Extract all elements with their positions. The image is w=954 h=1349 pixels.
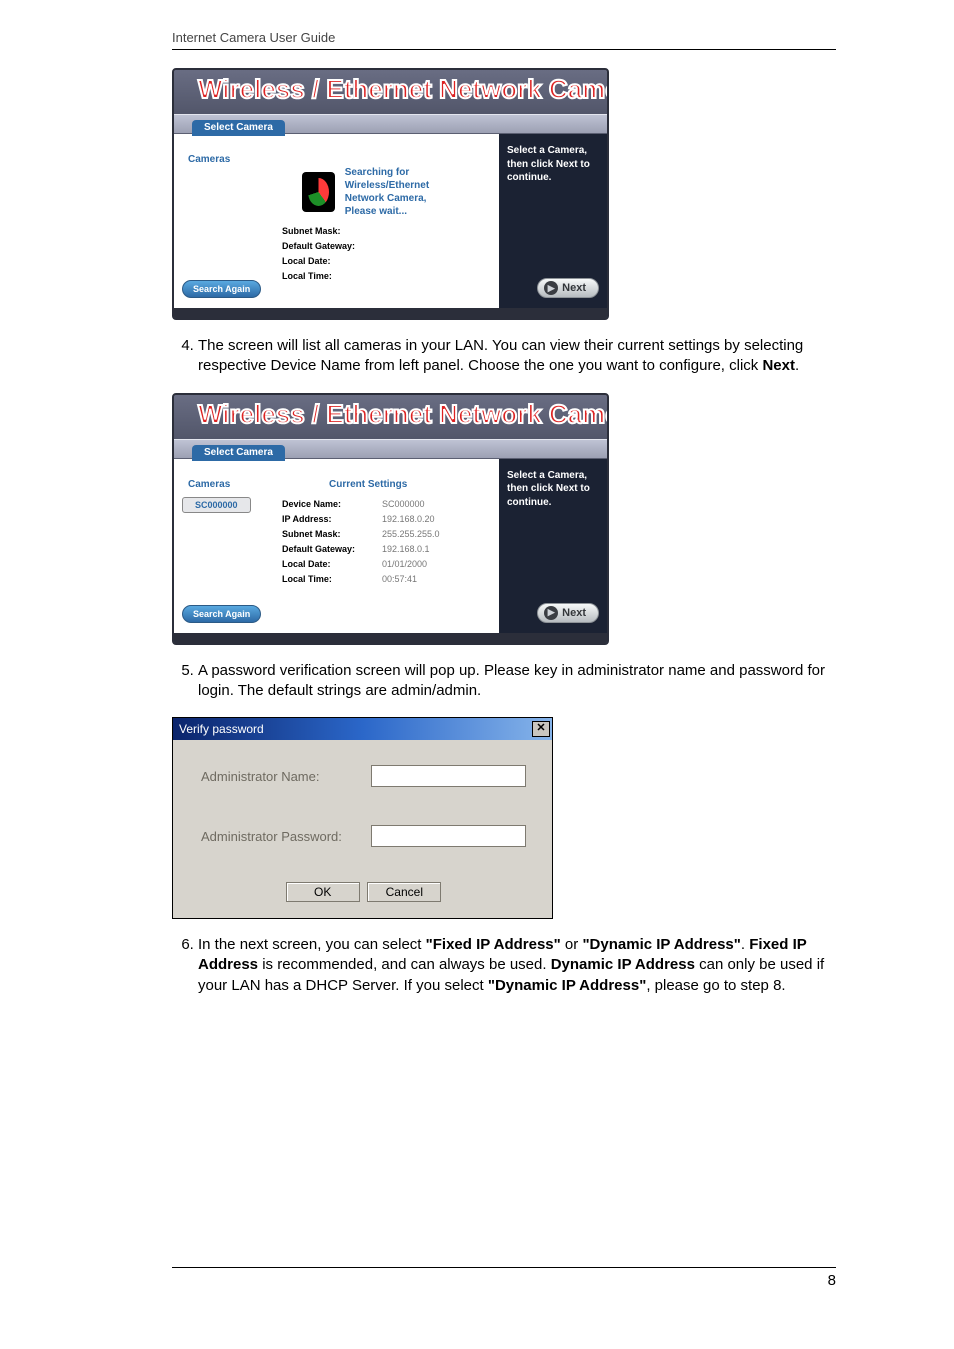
select-camera-tab[interactable]: Select Camera [192, 120, 285, 136]
dialog-titlebar: Verify password ✕ [173, 718, 552, 740]
wizard-title: Wireless / Ethernet Network Camera [198, 399, 609, 430]
wizard-side-pane: Select a Camera, then click Next to cont… [499, 459, 607, 633]
wizard-main-pane: Select Camera Cameras Current Settings S… [174, 459, 499, 633]
subnet-mask-label: Subnet Mask: [282, 224, 382, 239]
admin-password-field[interactable] [371, 825, 526, 847]
step-4: The screen will list all cameras in your… [198, 336, 836, 377]
search-again-button[interactable]: Search Again [182, 280, 261, 298]
verify-password-dialog: Verify password ✕ Administrator Name: Ad… [172, 717, 553, 919]
wizard-title: Wireless / Ethernet Network Camera [198, 74, 609, 105]
step-5: A password verification screen will pop … [198, 661, 836, 702]
wizard-main-pane: Select Camera Cameras Searching for Wire… [174, 134, 499, 308]
searching-line1: Searching for Wireless/Ethernet [345, 166, 469, 192]
subnet-mask-label: Subnet Mask: [282, 527, 382, 542]
dialog-title: Verify password [179, 722, 264, 736]
cameras-column-label: Cameras [188, 154, 230, 165]
wizard-title-strip: Wireless / Ethernet Network Camera [174, 70, 607, 114]
spinner-icon [302, 172, 335, 212]
wizard-panel-searching: Wireless / Ethernet Network Camera Selec… [172, 68, 609, 320]
local-date-label: Local Date: [282, 557, 382, 572]
searching-line3: Please wait... [345, 205, 469, 218]
ok-button[interactable]: OK [286, 882, 360, 902]
running-header: Internet Camera User Guide [172, 30, 836, 50]
step-6: In the next screen, you can select "Fixe… [198, 935, 836, 996]
searching-overlay: Searching for Wireless/Ethernet Network … [302, 166, 469, 218]
ip-address-label: IP Address: [282, 512, 382, 527]
default-gateway-label: Default Gateway: [282, 542, 382, 557]
device-name-label: Device Name: [282, 497, 382, 512]
cancel-button[interactable]: Cancel [367, 882, 441, 902]
admin-name-field[interactable] [371, 765, 526, 787]
next-arrow-icon: ▶ [544, 606, 558, 620]
side-hint-text: Select a Camera, then click Next to cont… [507, 144, 599, 185]
wizard-side-pane: Select a Camera, then click Next to cont… [499, 134, 607, 308]
admin-name-label: Administrator Name: [201, 769, 371, 784]
page-number: 8 [828, 1272, 836, 1289]
default-gateway-value: 192.168.0.1 [382, 542, 430, 557]
next-arrow-icon: ▶ [544, 281, 558, 295]
default-gateway-label: Default Gateway: [282, 239, 382, 254]
local-date-label: Local Date: [282, 254, 382, 269]
local-time-value: 00:57:41 [382, 572, 417, 587]
admin-password-label: Administrator Password: [201, 829, 371, 844]
wizard-title-strip: Wireless / Ethernet Network Camera [174, 395, 607, 439]
device-name-value: SC000000 [382, 497, 425, 512]
next-button-label: Next [562, 282, 586, 294]
side-hint-text: Select a Camera, then click Next to cont… [507, 469, 599, 510]
searching-line2: Network Camera, [345, 192, 469, 205]
camera-list-item[interactable]: SC000000 [182, 497, 251, 513]
cameras-column-label: Cameras [188, 479, 230, 490]
subnet-mask-value: 255.255.255.0 [382, 527, 440, 542]
next-button[interactable]: ▶ Next [537, 278, 599, 298]
next-button-label: Next [562, 607, 586, 619]
select-camera-tab[interactable]: Select Camera [192, 445, 285, 461]
local-time-label: Local Time: [282, 572, 382, 587]
local-time-label: Local Time: [282, 269, 382, 284]
wizard-panel-results: Wireless / Ethernet Network Camera Selec… [172, 393, 609, 645]
search-again-button[interactable]: Search Again [182, 605, 261, 623]
current-settings-label: Current Settings [329, 479, 407, 490]
page-footer: 8 [172, 1267, 836, 1289]
ip-address-value: 192.168.0.20 [382, 512, 435, 527]
close-icon[interactable]: ✕ [532, 721, 550, 737]
next-button[interactable]: ▶ Next [537, 603, 599, 623]
local-date-value: 01/01/2000 [382, 557, 427, 572]
